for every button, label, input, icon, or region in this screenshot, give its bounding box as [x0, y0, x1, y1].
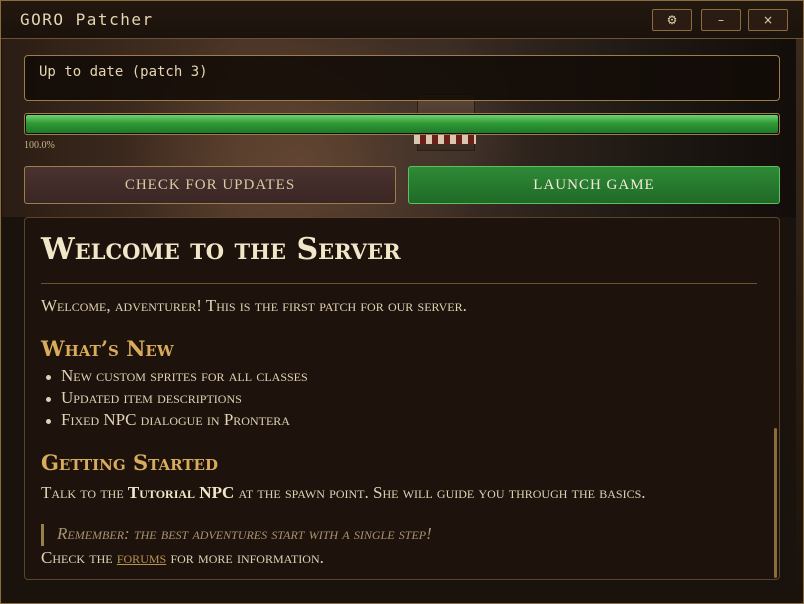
getting-started-text: Talk to the Tutorial NPC at the spawn po…: [41, 482, 741, 503]
launch-game-button[interactable]: LAUNCH GAME: [408, 166, 780, 204]
title-bar[interactable]: GORO Patcher ⚙ – ×: [1, 1, 803, 39]
whats-new-heading: What’s New: [41, 336, 174, 361]
forums-link[interactable]: forums: [117, 548, 166, 567]
news-scrollbar[interactable]: [774, 428, 777, 578]
settings-button[interactable]: ⚙: [652, 9, 692, 31]
check-for-updates-button[interactable]: CHECK FOR UPDATES: [24, 166, 396, 204]
getting-started-heading: Getting Started: [41, 450, 218, 475]
progress-bar: [24, 113, 780, 135]
close-button[interactable]: ×: [748, 9, 788, 31]
minimize-button[interactable]: –: [701, 9, 741, 31]
gear-icon: ⚙: [666, 13, 678, 27]
minimize-icon: –: [718, 13, 724, 27]
status-text: Up to date (patch 3): [39, 64, 208, 80]
getting-started-prefix: Talk to the: [41, 483, 124, 502]
close-icon: ×: [762, 13, 774, 27]
list-item: Fixed NPC dialogue in Prontera: [41, 410, 308, 432]
list-item: New custom sprites for all classes: [41, 366, 308, 388]
check-for-updates-label: CHECK FOR UPDATES: [124, 176, 296, 193]
window-title: GORO Patcher: [20, 10, 154, 29]
launch-game-label: LAUNCH GAME: [533, 176, 655, 193]
tower-roof-image: [414, 134, 476, 144]
progress-label: 100.0%: [24, 140, 55, 151]
status-box: Up to date (patch 3): [24, 55, 780, 101]
tutorial-npc-text: Tutorial NPC: [127, 483, 235, 502]
side-border: [796, 39, 803, 599]
news-divider: [41, 283, 757, 284]
getting-started-suffix: at the spawn point. She will guide you t…: [238, 483, 646, 502]
list-item: Updated item descriptions: [41, 388, 308, 410]
progress-bar-fill: [26, 115, 778, 133]
footer-suffix: for more information.: [170, 548, 324, 567]
footer-prefix: Check the: [41, 548, 113, 567]
quote-block: Remember: the best adventures start with…: [41, 524, 432, 546]
footer-text: Check the forums for more information.: [41, 548, 324, 568]
news-panel[interactable]: Welcome to the Server Welcome, adventure…: [24, 217, 780, 580]
news-intro: Welcome, adventurer! This is the first p…: [41, 296, 467, 315]
patcher-window: GORO Patcher ⚙ – × Up to date (patch 3) …: [0, 0, 804, 604]
news-title: Welcome to the Server: [41, 232, 401, 267]
whats-new-list: New custom sprites for all classes Updat…: [41, 366, 308, 432]
